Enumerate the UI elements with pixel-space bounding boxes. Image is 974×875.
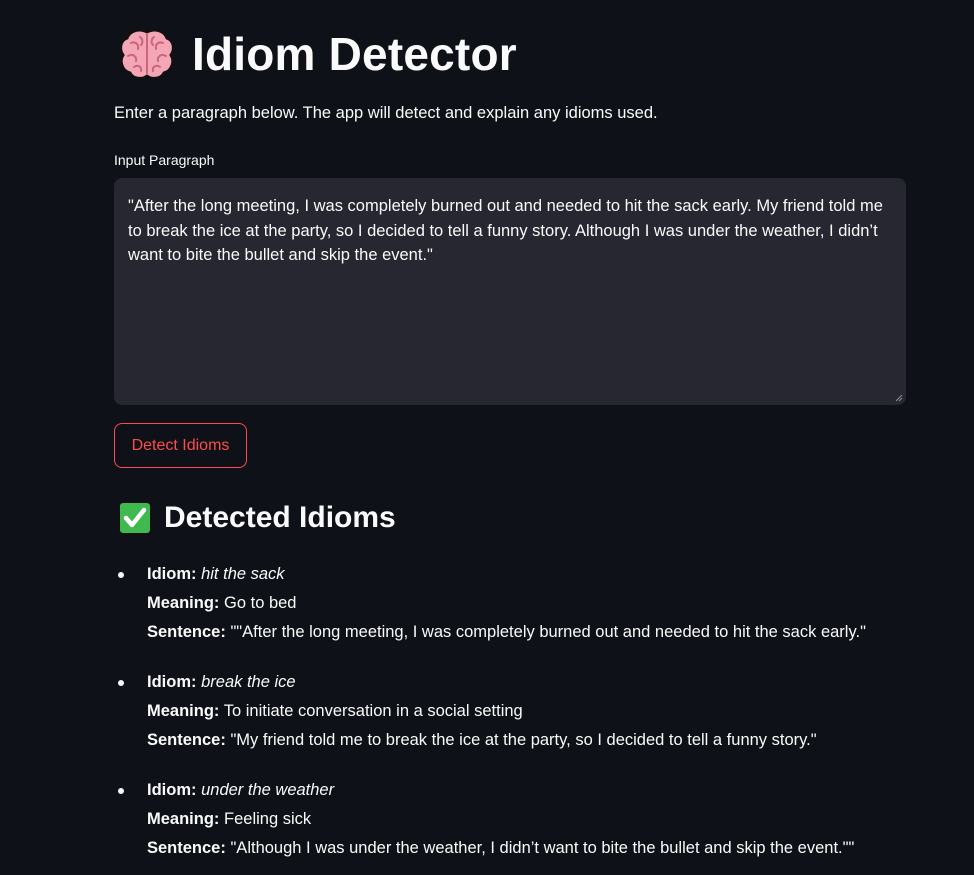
idiom-line: Idiom: hit the sack (147, 560, 906, 589)
idiom-list-item: Idiom: under the weather Meaning: Feelin… (114, 776, 906, 863)
app-root: Idiom Detector Enter a paragraph below. … (0, 0, 974, 875)
idiom-line: Idiom: under the weather (147, 776, 906, 805)
idiom-list: Idiom: hit the sack Meaning: Go to bed S… (114, 560, 906, 875)
idiom-meaning: Feeling sick (224, 810, 312, 828)
resize-handle-icon[interactable] (895, 394, 903, 402)
idiom-label: Idiom: (147, 781, 197, 799)
brain-icon (119, 28, 175, 80)
sentence-line: Sentence: "My friend told me to break th… (147, 726, 906, 755)
idiom-meaning: To initiate conversation in a social set… (223, 702, 523, 720)
idiom-sentence: "Although I was under the weather, I did… (230, 839, 855, 857)
sentence-label: Sentence: (147, 839, 226, 857)
idiom-sentence: ""After the long meeting, I was complete… (230, 623, 866, 641)
bullet-icon (118, 572, 124, 578)
idiom-meaning: Go to bed (224, 594, 297, 612)
idiom-sentence: "My friend told me to break the ice at t… (230, 731, 817, 749)
page-title: Idiom Detector (192, 28, 517, 80)
results-heading: Detected Idioms (118, 498, 396, 538)
bullet-icon (118, 680, 124, 686)
idiom-line: Idiom: break the ice (147, 668, 906, 697)
idiom-list-item: Idiom: break the ice Meaning: To initiat… (114, 668, 906, 755)
meaning-line: Meaning: Go to bed (147, 589, 906, 618)
page-header: Idiom Detector (118, 24, 517, 84)
results-title: Detected Idioms (164, 501, 396, 534)
idiom-name: hit the sack (201, 565, 285, 583)
idiom-name: break the ice (201, 673, 296, 691)
bullet-icon (118, 788, 124, 794)
input-paragraph-value[interactable]: "After the long meeting, I was completel… (128, 194, 892, 268)
idiom-list-item: Idiom: hit the sack Meaning: Go to bed S… (114, 560, 906, 647)
meaning-label: Meaning: (147, 810, 220, 828)
meaning-label: Meaning: (147, 702, 220, 720)
intro-text: Enter a paragraph below. The app will de… (114, 104, 658, 122)
idiom-label: Idiom: (147, 673, 197, 691)
idiom-name: under the weather (201, 781, 335, 799)
sentence-line: Sentence: "Although I was under the weat… (147, 834, 906, 863)
detect-idioms-button[interactable]: Detect Idioms (114, 423, 247, 468)
meaning-line: Meaning: Feeling sick (147, 805, 906, 834)
meaning-line: Meaning: To initiate conversation in a s… (147, 697, 906, 726)
sentence-label: Sentence: (147, 731, 226, 749)
check-mark-icon (118, 501, 152, 535)
idiom-label: Idiom: (147, 565, 197, 583)
meaning-label: Meaning: (147, 594, 220, 612)
sentence-label: Sentence: (147, 623, 226, 641)
input-paragraph-textarea[interactable]: "After the long meeting, I was completel… (114, 178, 906, 405)
sentence-line: Sentence: ""After the long meeting, I wa… (147, 618, 906, 647)
input-paragraph-label: Input Paragraph (114, 152, 215, 168)
